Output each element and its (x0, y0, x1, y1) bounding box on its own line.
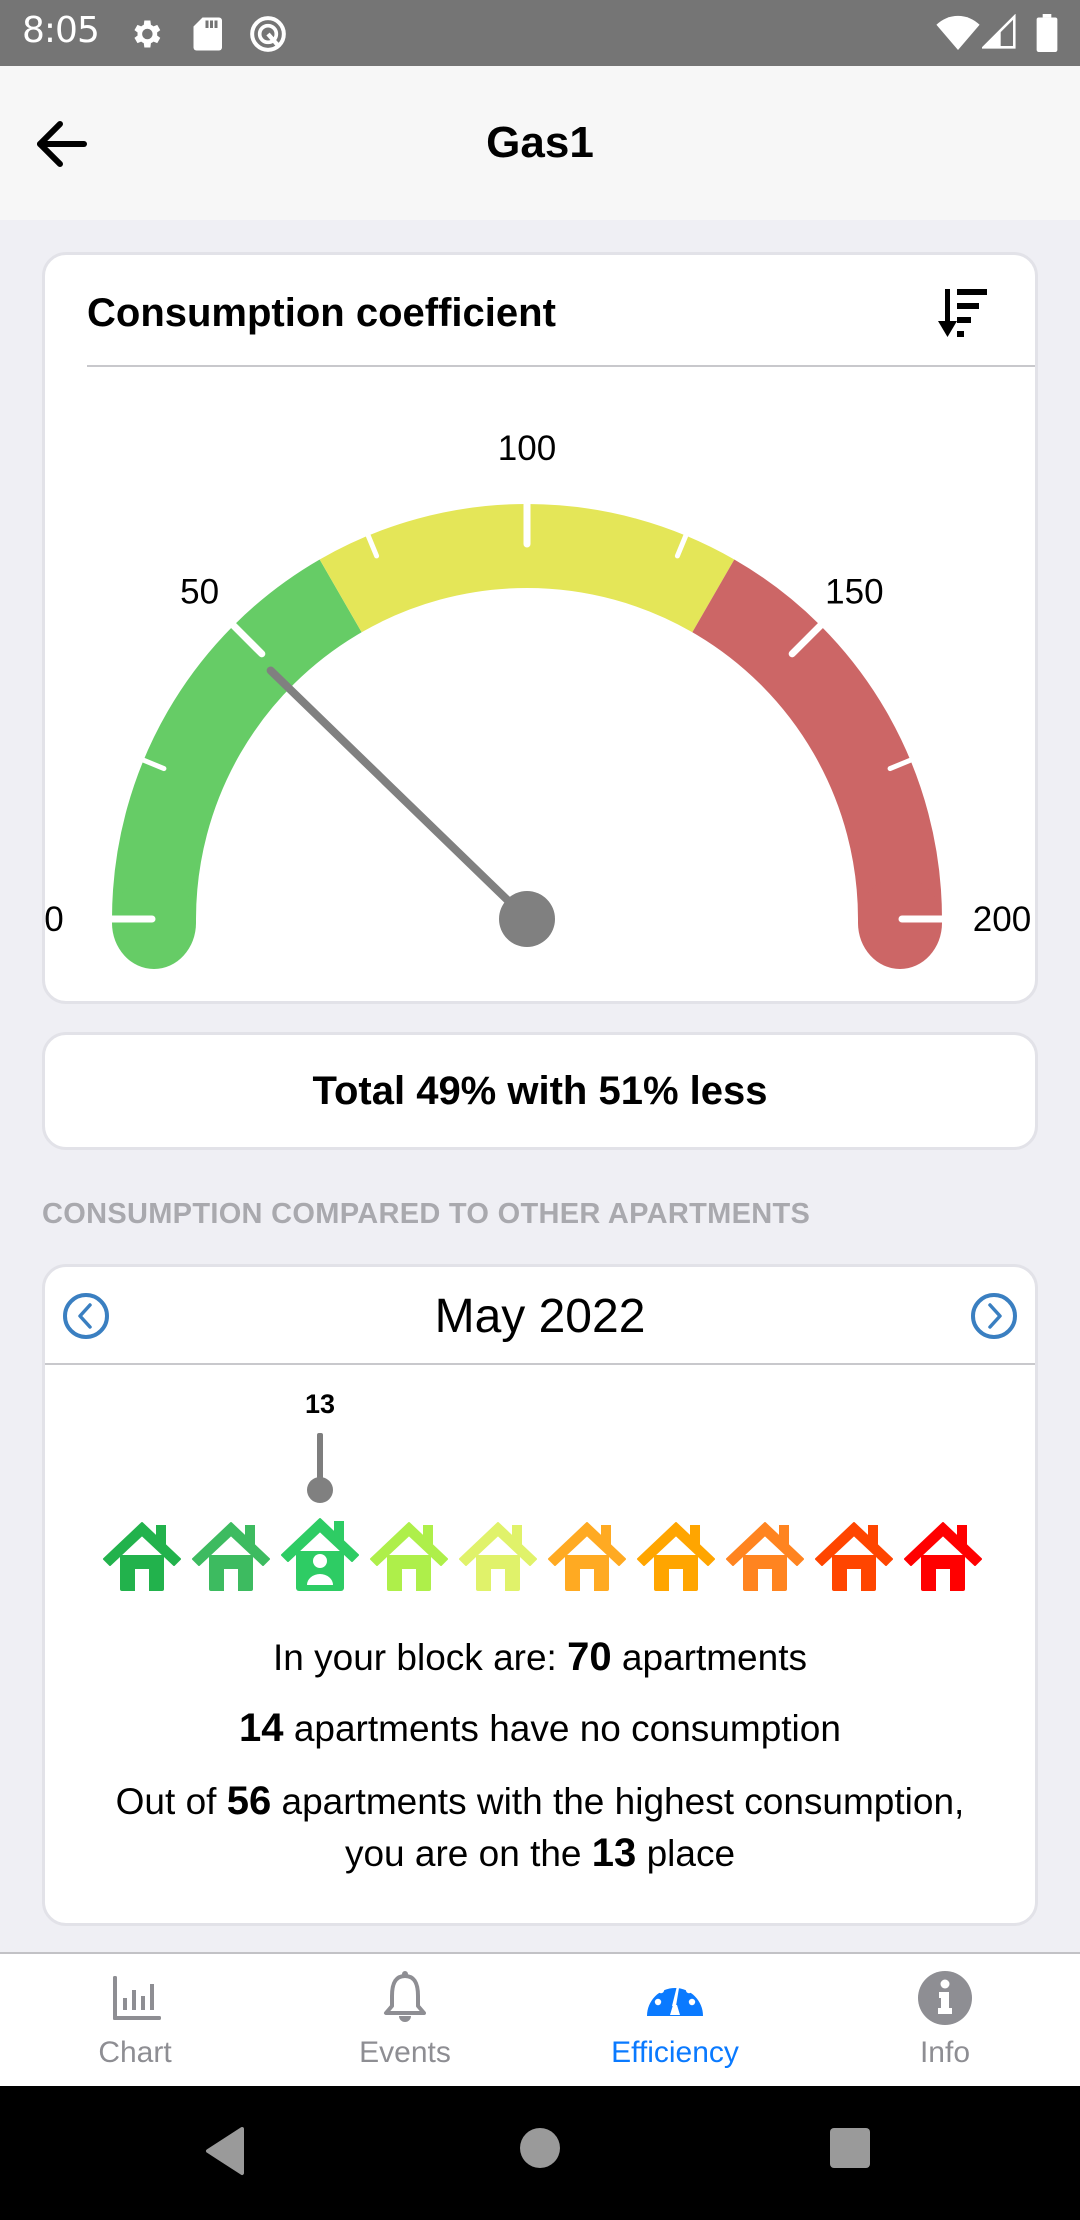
gauge-tick-label: 100 (498, 429, 556, 468)
system-home-button[interactable] (518, 2126, 562, 2170)
gauge-band-low (112, 559, 363, 920)
gauge-tick-label: 0 (44, 900, 63, 939)
circle-home-icon (520, 2128, 560, 2168)
chevron-right-circle-icon (971, 1293, 1017, 1339)
consuming-apartments-value: 56 (226, 1779, 272, 1823)
line-text: Out of (115, 1781, 227, 1822)
gauge-tick-label: 150 (825, 573, 883, 612)
house-icon (547, 1517, 627, 1591)
house-icon (102, 1517, 182, 1591)
house-icon (725, 1517, 805, 1591)
gauge-needle (266, 666, 531, 923)
tab-label: Efficiency (611, 2036, 739, 2069)
compare-divider (45, 1363, 1035, 1365)
house-icon (191, 1517, 271, 1591)
rank-label: 13 (304, 1389, 336, 1419)
section-header: CONSUMPTION COMPARED TO OTHER APARTMENTS (42, 1198, 811, 1230)
line-text: apartments with the highest consumption, (271, 1781, 965, 1822)
line-text: In your block are: (273, 1637, 568, 1678)
system-recents-button[interactable] (828, 2126, 872, 2170)
bell-icon (384, 1971, 426, 2022)
house-icon (458, 1517, 538, 1591)
tab-efficiency[interactable]: Efficiency (540, 1954, 810, 2088)
line-text: apartments (611, 1637, 807, 1678)
tab-label: Info (919, 2036, 971, 2069)
rank-pointer-dot (307, 1477, 333, 1503)
ranking-line-2: you are on the 13 place (45, 1827, 1035, 1880)
system-navigation-bar (0, 2086, 1080, 2220)
square-recents-icon (830, 2128, 870, 2168)
house-icon (903, 1517, 983, 1591)
line-text: you are on the (344, 1833, 592, 1874)
gauge-band-high (691, 559, 942, 920)
tab-label: Events (359, 2036, 451, 2069)
tab-events[interactable]: Events (270, 1954, 540, 2088)
rank-pointer-stick (317, 1433, 323, 1483)
tab-info[interactable]: Info (810, 1954, 1080, 2088)
consumption-coefficient-card: Consumption coefficient 0 50 100 150 200 (42, 252, 1038, 1004)
info-icon (918, 1971, 972, 2025)
line-text: apartments have no consumption (283, 1708, 841, 1749)
total-apartments-value: 70 (567, 1635, 612, 1679)
system-back-button[interactable] (204, 2126, 246, 2176)
bar-chart-icon (113, 1976, 161, 2020)
next-month-button[interactable] (969, 1291, 1019, 1341)
house-icon (369, 1517, 449, 1591)
ranking-line-1: Out of 56 apartments with the highest co… (45, 1775, 1035, 1828)
gauge-tick-label: 50 (180, 573, 219, 612)
gauge-needle-hub (499, 891, 555, 947)
month-label: May 2022 (434, 1290, 646, 1343)
place-value: 13 (591, 1831, 637, 1875)
house-current-apartment-icon (280, 1517, 360, 1591)
bottom-tab-bar: Chart Events Efficiency Info (0, 1952, 1080, 2086)
tab-chart[interactable]: Chart (0, 1954, 270, 2088)
line-text: place (636, 1833, 736, 1874)
triangle-back-icon (206, 2127, 244, 2175)
house-icon (636, 1517, 716, 1591)
block-apartments-line: In your block are: 70 apartments (45, 1631, 1035, 1684)
apartment-comparison-card: May 2022 13 In your block are: 70 apartm… (42, 1264, 1038, 1926)
tab-label: Chart (98, 2036, 172, 2069)
total-summary-text: Total 49% with 51% less (312, 1068, 768, 1113)
gauge-tick-label: 200 (973, 900, 1031, 939)
gauge-chart: 0 50 100 150 200 (44, 429, 1031, 969)
speedometer-icon (647, 1979, 703, 2016)
total-summary-card: Total 49% with 51% less (42, 1032, 1038, 1150)
gauge-band-medium (319, 504, 735, 633)
no-consumption-value: 14 (239, 1706, 284, 1750)
no-consumption-line: 14 apartments have no consumption (45, 1702, 1035, 1755)
house-icon (814, 1517, 894, 1591)
